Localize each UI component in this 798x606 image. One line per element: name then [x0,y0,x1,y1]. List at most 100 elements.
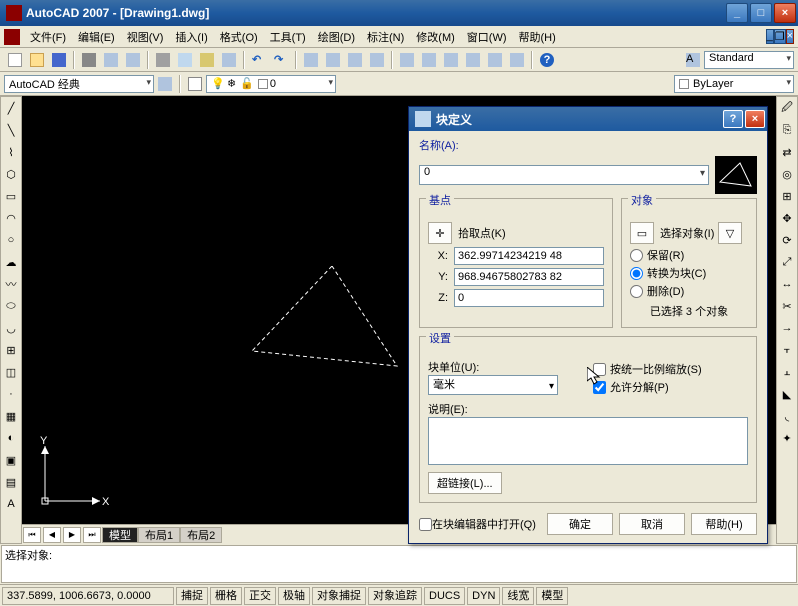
tab-layout2[interactable]: 布局2 [180,527,222,543]
status-snap[interactable]: 捕捉 [176,587,208,605]
menu-dim[interactable]: 标注(N) [361,27,410,47]
ok-button[interactable]: 确定 [547,513,613,535]
triangle-object[interactable] [252,266,412,379]
qnew-button[interactable] [5,51,25,69]
status-ortho[interactable]: 正交 [244,587,276,605]
ellipse-button[interactable]: ⬭ [1,296,21,316]
polygon-button[interactable]: ⬡ [1,164,21,184]
open-button[interactable] [27,51,47,69]
line-button[interactable]: ╱ [1,98,21,118]
textstyle-button[interactable]: A [683,51,703,69]
tab-first-button[interactable]: ⏮ [23,527,41,543]
revcloud-button[interactable]: ☁ [1,252,21,272]
menu-file[interactable]: 文件(F) [24,27,72,47]
command-line[interactable]: 选择对象: [1,545,797,583]
cancel-button[interactable]: 取消 [619,513,685,535]
status-osnap[interactable]: 对象捕捉 [312,587,366,605]
rotate-button[interactable]: ⟳ [777,230,797,250]
mirror-button[interactable]: ⇄ [777,142,797,162]
tab-layout1[interactable]: 布局1 [138,527,180,543]
copyobj-button[interactable]: ⎘ [777,120,797,140]
arc-button[interactable]: ◠ [1,208,21,228]
scale-uniform-check[interactable] [593,363,606,376]
gradient-button[interactable]: ◐ [1,428,21,448]
table-button[interactable]: ▤ [1,472,21,492]
menu-edit[interactable]: 编辑(E) [72,27,121,47]
cut-button[interactable] [153,51,173,69]
menu-tools[interactable]: 工具(T) [264,27,312,47]
mdi-close-button[interactable]: × [786,29,794,44]
convert-radio[interactable] [630,267,643,280]
mdi-restore-button[interactable]: ❐ [774,29,786,44]
allow-explode-check[interactable] [593,381,606,394]
retain-radio[interactable] [630,249,643,262]
menu-modify[interactable]: 修改(M) [410,27,461,47]
hatch-button[interactable]: ▦ [1,406,21,426]
paste-button[interactable] [197,51,217,69]
zoom-window-button[interactable] [345,51,365,69]
quickselect-button[interactable]: ▽ [718,222,742,244]
status-otrack[interactable]: 对象追踪 [368,587,422,605]
spline-button[interactable]: 〰 [1,274,21,294]
pan-button[interactable] [301,51,321,69]
xline-button[interactable]: ╲ [1,120,21,140]
dialog-close-button[interactable]: × [745,110,765,128]
status-ducs[interactable]: DUCS [424,587,465,605]
join-button[interactable]: ⫠ [777,362,797,382]
copy-button[interactable] [175,51,195,69]
description-input[interactable] [428,417,748,465]
menu-window[interactable]: 窗口(W) [461,27,513,47]
menu-help[interactable]: 帮助(H) [513,27,562,47]
tab-prev-button[interactable]: ◀ [43,527,61,543]
status-grid[interactable]: 栅格 [210,587,242,605]
status-lwt[interactable]: 线宽 [502,587,534,605]
designcenter-button[interactable] [419,51,439,69]
properties-button[interactable] [397,51,417,69]
publish-button[interactable] [123,51,143,69]
insert-button[interactable]: ⊞ [1,340,21,360]
help-button[interactable]: ? [537,51,557,69]
menu-format[interactable]: 格式(O) [214,27,264,47]
style-combo[interactable]: Standard [704,51,794,69]
region-button[interactable]: ▣ [1,450,21,470]
layer-combo[interactable]: 💡 ❄ 🔓 0 [206,75,336,93]
mdi-minimize-button[interactable]: _ [766,29,774,44]
tab-next-button[interactable]: ▶ [63,527,81,543]
mtext-button[interactable]: A [1,494,21,514]
color-combo[interactable]: ByLayer [674,75,794,93]
menu-view[interactable]: 视图(V) [121,27,170,47]
stretch-button[interactable]: ↔ [777,274,797,294]
dialog-help-button[interactable]: ? [723,110,743,128]
dlg-help-button[interactable]: 帮助(H) [691,513,757,535]
save-button[interactable] [49,51,69,69]
rectangle-button[interactable]: ▭ [1,186,21,206]
unit-combo[interactable]: 毫米 [428,375,558,395]
status-polar[interactable]: 极轴 [278,587,310,605]
calc-button[interactable] [507,51,527,69]
circle-button[interactable]: ○ [1,230,21,250]
trim-button[interactable]: ✂ [777,296,797,316]
redo-button[interactable]: ↷ [271,51,291,69]
menu-insert[interactable]: 插入(I) [169,27,213,47]
ellipsearc-button[interactable]: ◡ [1,318,21,338]
delete-radio[interactable] [630,285,643,298]
tab-last-button[interactable]: ⏭ [83,527,101,543]
matchprop-button[interactable] [219,51,239,69]
name-combo[interactable]: 0 [419,165,709,185]
extend-button[interactable]: → [777,318,797,338]
workspace-combo[interactable]: AutoCAD 经典 [4,75,154,93]
x-input[interactable] [454,247,604,265]
pline-button[interactable]: ⌇ [1,142,21,162]
menu-draw[interactable]: 绘图(D) [312,27,361,47]
hyperlink-button[interactable]: 超链接(L)... [428,472,502,494]
offset-button[interactable]: ◎ [777,164,797,184]
explode-button[interactable]: ✦ [777,428,797,448]
close-button[interactable]: × [774,3,796,23]
layer-manager-button[interactable] [185,75,205,93]
break-button[interactable]: ⫟ [777,340,797,360]
array-button[interactable]: ⊞ [777,186,797,206]
markup-button[interactable] [485,51,505,69]
tab-model[interactable]: 模型 [102,527,138,543]
zoom-rt-button[interactable] [323,51,343,69]
zoom-previous-button[interactable] [367,51,387,69]
